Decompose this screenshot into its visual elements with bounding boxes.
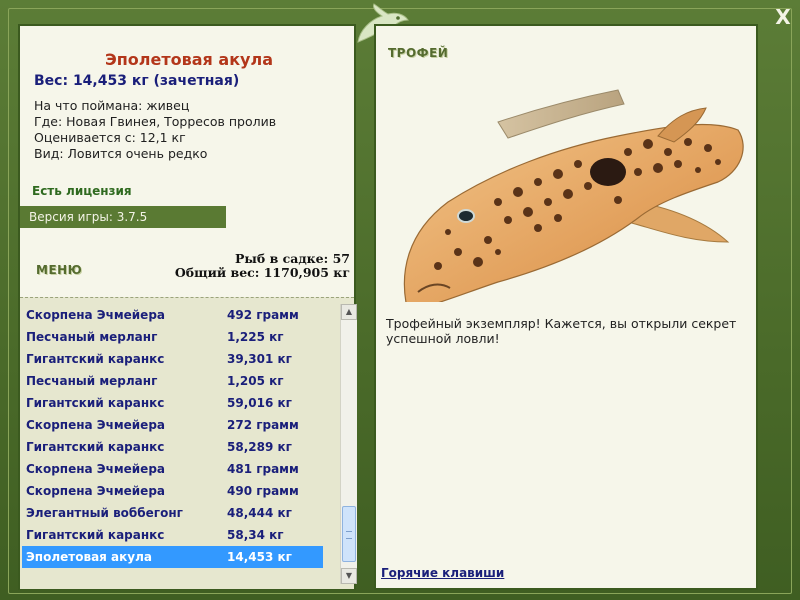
close-icon[interactable]: X: [772, 6, 794, 28]
total-weight: Общий вес: 1170,905 кг: [174, 265, 350, 280]
item-name: Гигантский каранкс: [26, 528, 165, 542]
item-weight: 14,453 кг: [227, 550, 292, 564]
item-weight: 1,205 кг: [227, 374, 284, 388]
license-status: Есть лицензия: [32, 184, 132, 198]
item-weight: 272 грамм: [227, 418, 299, 432]
list-scrollbar[interactable]: ▲ ▼: [340, 304, 357, 584]
list-item[interactable]: Скорпена Эчмейера 492 грамм: [22, 304, 323, 326]
list-item[interactable]: Гигантский каранкс 39,301 кг: [22, 348, 323, 370]
item-weight: 39,301 кг: [227, 352, 292, 366]
item-name: Скорпена Эчмейера: [26, 418, 166, 432]
rarity-info: Вид: Ловится очень редко: [34, 146, 208, 161]
catch-list: Скорпена Эчмейера 492 грамм Песчаный мерл…: [20, 297, 354, 589]
scroll-down-icon[interactable]: ▼: [341, 568, 357, 584]
list-item[interactable]: Скорпена Эчмейера 272 грамм: [22, 414, 323, 436]
item-name: Скорпена Эчмейера: [26, 484, 166, 498]
list-item[interactable]: Гигантский каранкс 59,016 кг: [22, 392, 323, 414]
version-bar: Версия игры: 3.7.5: [20, 206, 226, 228]
list-item[interactable]: Песчаный мерланг 1,205 кг: [22, 370, 323, 392]
item-weight: 48,444 кг: [227, 506, 292, 520]
list-item[interactable]: Песчаный мерланг 1,225 кг: [22, 326, 323, 348]
hotkeys-link[interactable]: Горячие клавиши: [381, 566, 504, 580]
item-name: Скорпена Эчмейера: [26, 462, 166, 476]
list-item[interactable]: Гигантский каранкс 58,34 кг: [22, 524, 323, 546]
item-weight: 490 грамм: [227, 484, 299, 498]
item-name: Скорпена Эчмейера: [26, 308, 166, 322]
item-weight: 59,016 кг: [227, 396, 292, 410]
scroll-up-icon[interactable]: ▲: [341, 304, 357, 320]
item-name: Гигантский каранкс: [26, 352, 165, 366]
list-item[interactable]: Скорпена Эчмейера 481 грамм: [22, 458, 323, 480]
fish-weight: Вес: 14,453 кг (зачетная): [34, 73, 240, 89]
item-weight: 58,289 кг: [227, 440, 292, 454]
valuation-info: Оценивается с: 12,1 кг: [34, 130, 186, 145]
list-item[interactable]: Скорпена Эчмейера 490 грамм: [22, 480, 323, 502]
list-item-selected[interactable]: Эполетовая акула 14,453 кг: [22, 546, 323, 568]
item-name: Песчаный мерланг: [26, 330, 158, 344]
fish-name: Эполетовая акула: [105, 50, 273, 69]
fish-count: Рыб в садке: 57: [234, 251, 350, 266]
item-name: Гигантский каранкс: [26, 396, 165, 410]
fish-info-panel: Эполетовая акула Вес: 14,453 кг (зачетна…: [18, 24, 357, 590]
list-item[interactable]: Гигантский каранкс 58,289 кг: [22, 436, 323, 458]
item-name: Элегантный воббегонг: [26, 506, 183, 520]
keepnet-stats: Рыб в садке: 57 Общий вес: 1170,905 кг: [175, 252, 350, 280]
list-item[interactable]: Элегантный воббегонг 48,444 кг: [22, 502, 323, 524]
location-info: Где: Новая Гвинея, Торресов пролив: [34, 114, 277, 129]
item-weight: 1,225 кг: [227, 330, 284, 344]
shark-image: [403, 89, 744, 302]
item-name: Песчаный мерланг: [26, 374, 158, 388]
item-weight: 481 грамм: [227, 462, 299, 476]
trophy-description: Трофейный экземпляр! Кажется, вы открыли…: [386, 316, 737, 346]
item-weight: 492 грамм: [227, 308, 299, 322]
item-name: Гигантский каранкс: [26, 440, 165, 454]
scroll-thumb[interactable]: [342, 506, 356, 562]
trophy-panel: ТРОФЕЙ Трофейный экземпляр! Кажется, вы …: [374, 24, 758, 590]
item-name: Эполетовая акула: [26, 550, 152, 564]
menu-button[interactable]: МЕНЮ: [36, 263, 82, 277]
bait-info: На что поймана: живец: [34, 98, 190, 113]
item-weight: 58,34 кг: [227, 528, 284, 542]
